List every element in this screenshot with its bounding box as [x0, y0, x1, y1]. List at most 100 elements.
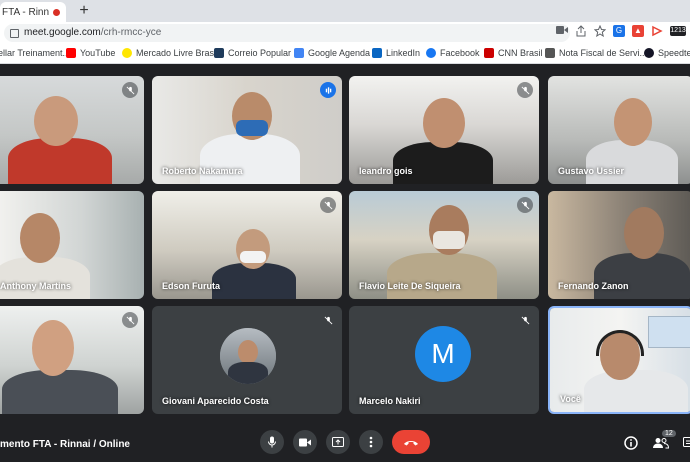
meeting-title: mento FTA - Rinnai / Online: [0, 439, 130, 450]
meeting-control-bar: mento FTA - Rinnai / Online 12: [0, 430, 690, 462]
person-body: [393, 142, 493, 184]
person-body: [200, 134, 300, 184]
recording-indicator-icon: [53, 8, 61, 16]
lock-icon: [10, 29, 19, 38]
extension-badge[interactable]: 1213: [670, 26, 686, 36]
mercado-livre-icon: [122, 48, 132, 58]
facebook-icon: [426, 48, 436, 58]
new-tab-button[interactable]: +: [76, 2, 92, 20]
participant-name: Giovani Aparecido Costa: [162, 396, 269, 406]
participant-tile[interactable]: Roberto Nakamura: [152, 76, 342, 184]
participant-name: Flavio Leite De Siqueira: [359, 281, 461, 291]
url-path: /crh-rmcc-yce: [100, 27, 162, 38]
nota-fiscal-icon: [545, 48, 555, 58]
bookmark-label: Facebook: [440, 48, 480, 58]
participant-tile[interactable]: Fernando Zanon: [548, 191, 690, 299]
participant-tile[interactable]: Giovani Aparecido Costa: [152, 306, 342, 414]
participant-name: leandro gois: [359, 166, 413, 176]
present-screen-button[interactable]: [326, 430, 350, 454]
bookmark-item[interactable]: Speedtest: [644, 48, 690, 58]
browser-tab-strip: FTA - Rinn × +: [0, 0, 690, 22]
participant-name: Anthony Martins: [0, 281, 71, 291]
person-body: [0, 257, 90, 299]
url-field[interactable]: meet.google.com/crh-rmcc-yce: [4, 24, 570, 42]
bookmark-item[interactable]: Mercado Livre Brasil: [122, 48, 218, 58]
bookmark-item[interactable]: CNN Brasil: [484, 48, 543, 58]
participant-avatar-letter: M: [415, 326, 471, 382]
google-agenda-icon: [294, 48, 304, 58]
muted-mic-icon: [320, 197, 336, 213]
share-icon[interactable]: [575, 25, 587, 37]
microphone-button[interactable]: [260, 430, 284, 454]
participant-name: Marcelo Nakiri: [359, 396, 421, 406]
more-options-button[interactable]: [359, 430, 383, 454]
muted-mic-icon: [320, 312, 336, 328]
people-button[interactable]: 12: [652, 430, 676, 452]
extension-icon[interactable]: ▲: [632, 25, 644, 37]
meeting-details-button[interactable]: [622, 434, 640, 452]
person-head: [236, 229, 270, 269]
bookmark-label: CNN Brasil: [498, 48, 543, 58]
bookmark-item[interactable]: Google Agenda: [294, 48, 370, 58]
person-head: [34, 96, 78, 146]
correio-popular-icon: [214, 48, 224, 58]
browser-tab-active[interactable]: FTA - Rinn ×: [0, 2, 66, 22]
participant-tile[interactable]: [0, 306, 144, 414]
self-tile[interactable]: Você: [548, 306, 690, 414]
bookmark-item[interactable]: ellar Treinament...: [0, 48, 70, 58]
participant-tile[interactable]: Edson Furuta: [152, 191, 342, 299]
tab-title: FTA - Rinn: [2, 6, 50, 18]
linkedin-icon: [372, 48, 382, 58]
muted-mic-icon: [517, 82, 533, 98]
participant-name: Gustavo Ussier: [558, 166, 625, 176]
bookmark-item[interactable]: LinkedIn: [372, 48, 420, 58]
bookmark-label: Speedtest: [658, 48, 690, 58]
bookmark-star-icon[interactable]: [593, 24, 607, 38]
muted-mic-icon: [517, 197, 533, 213]
speedtest-icon: [644, 48, 654, 58]
bookmark-item[interactable]: YouTube: [66, 48, 115, 58]
participant-tile[interactable]: Anthony Martins: [0, 191, 144, 299]
person-body: [584, 370, 688, 412]
participant-tile[interactable]: leandro gois: [349, 76, 539, 184]
camera-in-use-icon[interactable]: [556, 25, 568, 37]
extension-arrow-icon[interactable]: [651, 25, 663, 37]
participant-name: Roberto Nakamura: [162, 166, 243, 176]
participant-tile[interactable]: Gustavo Ussier: [548, 76, 690, 184]
face-mask: [433, 231, 465, 249]
person-body: [586, 140, 678, 184]
bookmark-label: Correio Popular: [228, 48, 292, 58]
bookmark-item[interactable]: Facebook: [426, 48, 480, 58]
bookmark-item[interactable]: Nota Fiscal de Servi...: [545, 48, 647, 58]
participant-name: Você: [560, 394, 581, 404]
participant-tile[interactable]: [0, 76, 144, 184]
person-head: [624, 207, 664, 259]
bookmark-label: ellar Treinament...: [0, 48, 71, 58]
person-head: [614, 98, 652, 146]
bookmark-label: LinkedIn: [386, 48, 421, 58]
bookmark-item[interactable]: Correio Popular: [214, 48, 291, 58]
muted-mic-icon: [517, 312, 533, 328]
camera-button[interactable]: [293, 430, 317, 454]
address-bar-row: meet.google.com/crh-rmcc-yce G ▲ 1213: [0, 22, 690, 44]
face-mask: [240, 251, 266, 263]
person-body: [387, 253, 497, 299]
participant-name: Fernando Zanon: [558, 281, 629, 291]
participant-tile[interactable]: M Marcelo Nakiri: [349, 306, 539, 414]
person-head: [32, 320, 74, 376]
participant-avatar: [220, 328, 276, 384]
participant-tile[interactable]: Flavio Leite De Siqueira: [349, 191, 539, 299]
chat-button[interactable]: [680, 434, 690, 452]
person-head: [20, 213, 60, 263]
muted-mic-icon: [122, 312, 138, 328]
bookmark-label: YouTube: [80, 48, 116, 58]
cnn-icon: [484, 48, 494, 58]
participant-name: Edson Furuta: [162, 281, 220, 291]
translate-extension-icon[interactable]: G: [613, 25, 625, 37]
end-call-button[interactable]: [392, 430, 430, 454]
speaking-indicator-icon: [320, 82, 336, 98]
person-head: [238, 340, 258, 364]
person-body: [228, 362, 268, 384]
face-mask: [236, 120, 268, 136]
participant-count-badge: 12: [662, 430, 676, 437]
